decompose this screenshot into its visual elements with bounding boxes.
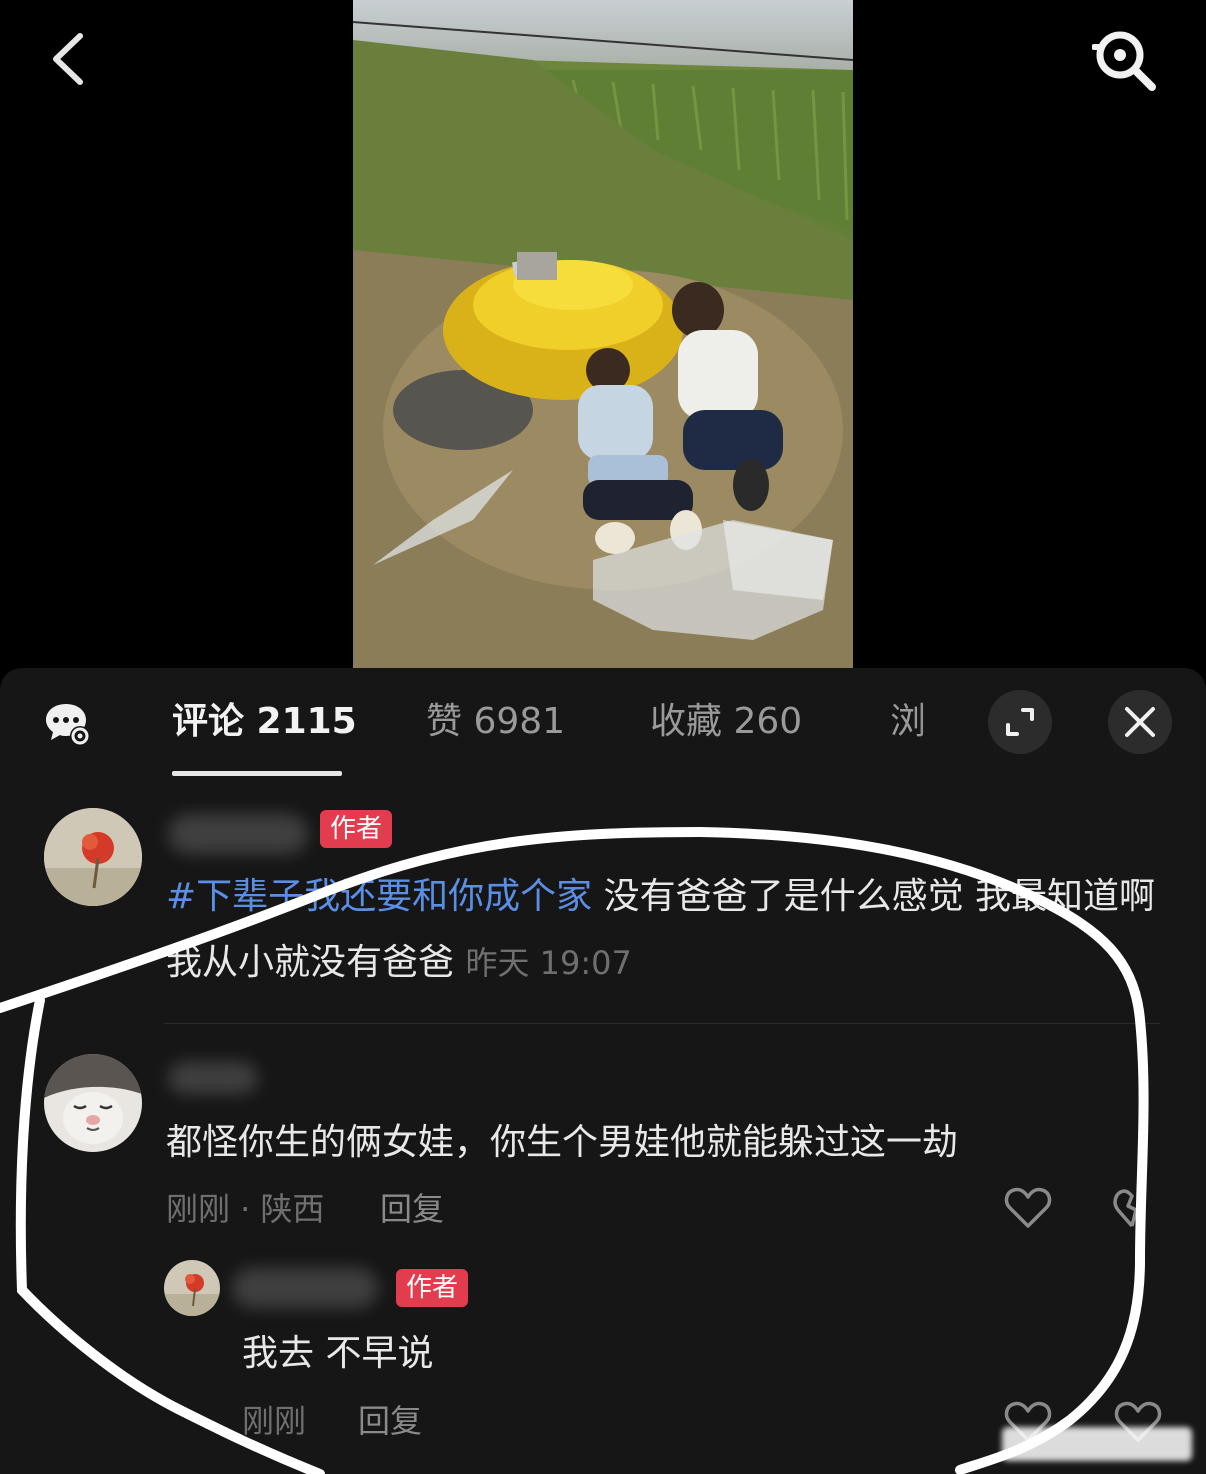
- tab-comments[interactable]: 评论 2115: [172, 698, 357, 746]
- avatar[interactable]: [164, 1260, 220, 1316]
- comment-text: #下辈子我还要和你成个家 没有爸爸了是什么感觉 我最知道啊 我从小就没有爸爸 昨…: [166, 864, 1156, 996]
- search-icon: [1092, 31, 1156, 91]
- tab-fade: [918, 692, 978, 752]
- chat-settings-icon: [46, 704, 90, 746]
- video-thumbnail[interactable]: [353, 0, 853, 668]
- search-button[interactable]: [1088, 24, 1162, 94]
- tab-likes[interactable]: 赞 6981: [426, 698, 565, 746]
- username-blurred[interactable]: [168, 814, 308, 854]
- expand-button[interactable]: [988, 690, 1052, 754]
- video-area[interactable]: [0, 0, 1206, 668]
- reply-text: 我去 不早说: [242, 1333, 434, 1374]
- author-badge: 作者: [320, 810, 393, 848]
- comment-time: 昨天 19:07: [465, 944, 632, 982]
- comment-text: 都怪你生的俩女娃，你生个男娃他就能躲过这一劫: [166, 1122, 959, 1163]
- cat-avatar-image: [44, 1054, 142, 1152]
- username-blurred[interactable]: [168, 1062, 258, 1094]
- reply-button[interactable]: 回复: [380, 1189, 444, 1229]
- back-arrow-icon: [53, 33, 83, 85]
- username-blurred[interactable]: [232, 1268, 378, 1308]
- reply-meta: 刚刚: [242, 1402, 307, 1440]
- author-badge: 作者: [396, 1269, 469, 1307]
- comment-panel: 评论 2115 赞 6981 收藏 260 浏 作者 #下辈子我还要和你成个家 …: [0, 668, 1206, 1474]
- scene-illustration: [353, 0, 853, 668]
- like-button[interactable]: [1004, 1186, 1052, 1230]
- tab-favorites[interactable]: 收藏 260: [650, 698, 802, 746]
- comment-meta: 刚刚 · 陕西: [166, 1190, 325, 1228]
- hashtag-link[interactable]: #下辈子我还要和你成个家: [166, 876, 592, 917]
- chat-settings-button[interactable]: [44, 700, 92, 748]
- reply-button[interactable]: 回复: [358, 1401, 422, 1441]
- close-icon: [1125, 707, 1155, 737]
- divider: [164, 1023, 1160, 1024]
- dislike-button[interactable]: [1112, 1186, 1152, 1230]
- avatar[interactable]: [44, 1054, 142, 1152]
- close-button[interactable]: [1108, 690, 1172, 754]
- active-tab-indicator: [172, 771, 342, 776]
- dislike-icon: [1113, 1189, 1138, 1228]
- expand-icon: [1006, 708, 1034, 736]
- tab-bar: 评论 2115 赞 6981 收藏 260 浏: [0, 668, 1206, 776]
- watermark: [1002, 1427, 1192, 1461]
- back-button[interactable]: [38, 28, 98, 90]
- heart-icon: [1004, 1187, 1052, 1228]
- avatar-image: [164, 1260, 220, 1316]
- avatar[interactable]: [44, 808, 142, 906]
- avatar-image: [44, 808, 142, 906]
